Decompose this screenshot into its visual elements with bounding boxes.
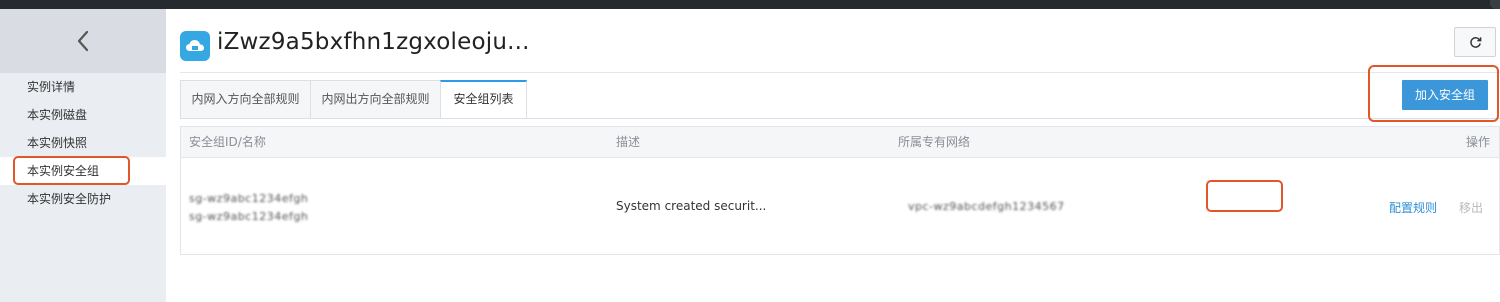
page-title: iZwz9a5bxfhn1zgxoleoju... bbox=[217, 29, 530, 55]
top-bar-corner bbox=[1490, 0, 1500, 9]
security-group-id[interactable]: sg-wz9abc1234efgh bbox=[189, 192, 308, 205]
sidebar-item-disks[interactable]: 本实例磁盘 bbox=[0, 101, 166, 129]
tab-bar: 内网入方向全部规则 内网出方向全部规则 安全组列表 bbox=[180, 80, 527, 119]
security-group-name: sg-wz9abc1234efgh bbox=[189, 210, 309, 223]
refresh-button[interactable] bbox=[1454, 27, 1496, 57]
configure-rules-link[interactable]: 配置规则 bbox=[1389, 199, 1437, 216]
sidebar-item-security-protection[interactable]: 本实例安全防护 bbox=[0, 185, 166, 213]
back-button[interactable] bbox=[0, 9, 166, 73]
sidebar: 实例详情 本实例磁盘 本实例快照 本实例安全组 本实例安全防护 bbox=[0, 9, 166, 302]
security-group-description: System created securit... bbox=[616, 199, 767, 213]
cloud-server-icon bbox=[180, 31, 210, 61]
sidebar-item-security-groups[interactable]: 本实例安全组 bbox=[0, 157, 166, 185]
table-header: 安全组ID/名称 描述 所属专有网络 操作 bbox=[181, 127, 1499, 158]
main-content: iZwz9a5bxfhn1zgxoleoju... 内网入方向全部规则 内网出方… bbox=[166, 9, 1500, 302]
chevron-left-icon bbox=[77, 30, 89, 52]
header-divider bbox=[180, 72, 1500, 73]
add-security-group-button[interactable]: 加入安全组 bbox=[1402, 80, 1488, 110]
table-row: sg-wz9abc1234efgh sg-wz9abc1234efgh Syst… bbox=[181, 158, 1499, 255]
tab-outbound-rules[interactable]: 内网出方向全部规则 bbox=[310, 80, 440, 119]
tab-security-group-list[interactable]: 安全组列表 bbox=[440, 80, 527, 119]
refresh-icon bbox=[1469, 36, 1481, 48]
tabs-underline bbox=[180, 118, 1500, 119]
tab-inbound-rules[interactable]: 内网入方向全部规则 bbox=[180, 80, 310, 119]
remove-link[interactable]: 移出 bbox=[1459, 199, 1483, 216]
vpc-id[interactable]: vpc-wz9abcdefgh1234567 bbox=[908, 200, 1065, 213]
column-header-vpc: 所属专有网络 bbox=[898, 135, 971, 149]
security-group-table: 安全组ID/名称 描述 所属专有网络 操作 sg-wz9abc1234efgh … bbox=[180, 126, 1500, 255]
top-bar bbox=[0, 0, 1500, 9]
sidebar-item-snapshots[interactable]: 本实例快照 bbox=[0, 129, 166, 157]
column-header-id-name: 安全组ID/名称 bbox=[189, 135, 266, 149]
column-header-description: 描述 bbox=[616, 135, 641, 149]
sidebar-item-instance-detail[interactable]: 实例详情 bbox=[0, 73, 166, 101]
column-header-actions: 操作 bbox=[1466, 135, 1491, 149]
